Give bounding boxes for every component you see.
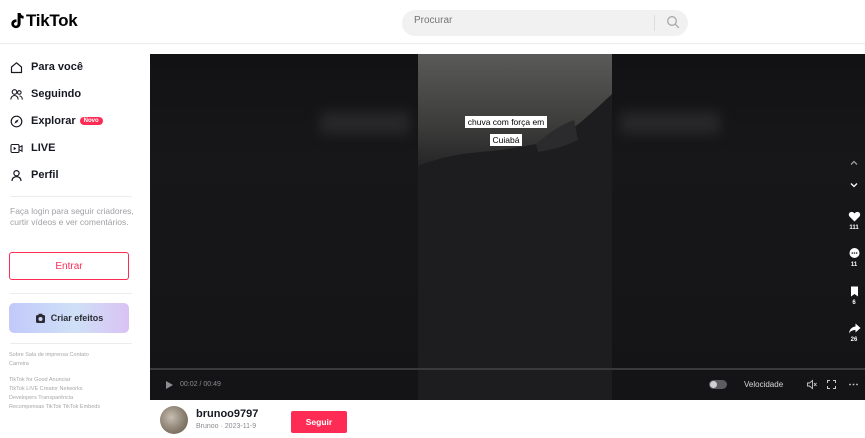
share-icon	[848, 323, 860, 334]
live-icon	[10, 143, 23, 153]
author-username[interactable]: brunoo9797	[196, 408, 258, 420]
share-count: 26	[850, 337, 858, 343]
effects-icon	[35, 313, 45, 323]
video-scene	[418, 94, 612, 400]
create-effects-button[interactable]: Criar efeitos	[9, 303, 129, 333]
speed-button[interactable]: Velocidade	[744, 380, 783, 389]
video-blur-left	[150, 54, 418, 400]
sidebar-item-label: Explorar	[31, 115, 76, 127]
chevron-down-icon[interactable]	[849, 180, 859, 190]
like-action[interactable]: 111	[845, 210, 863, 231]
video-caption-text: chuva com força em Cuiabá	[464, 116, 548, 146]
share-action[interactable]: 26	[845, 322, 863, 343]
avatar[interactable]	[160, 406, 188, 434]
create-effects-label: Criar efeitos	[50, 313, 104, 323]
compass-icon	[10, 115, 23, 127]
footer-link[interactable]: Carreira	[9, 360, 134, 369]
video-timecode: 00:02 / 00:49	[180, 381, 221, 388]
new-badge: Novo	[79, 117, 103, 125]
sidebar-item-label: Para você	[31, 61, 83, 73]
footer-link[interactable]: TikTok LIVE Creator Networks	[9, 385, 134, 394]
footer-link[interactable]: TikTok for Good Anunciar	[9, 376, 134, 385]
save-count: 6	[852, 300, 856, 306]
home-icon	[10, 61, 23, 73]
footer-links-group-2: TikTok for Good Anunciar TikTok LIVE Cre…	[9, 376, 134, 412]
volume-icon[interactable]	[806, 379, 817, 390]
following-icon	[10, 88, 23, 100]
sidebar-item-live[interactable]: LIVE	[10, 138, 55, 158]
author-bar: brunoo9797 Brunoo · 2023-11-9 Seguir	[150, 402, 865, 438]
sidebar-item-label: LIVE	[31, 142, 56, 154]
sidebar-item-para-voce[interactable]: Para você	[10, 57, 83, 77]
footer-links-group-1: Sobre Sala de imprensa Contato Carreira	[9, 351, 134, 369]
sidebar-item-label: Seguindo	[31, 88, 82, 100]
heart-icon	[848, 211, 860, 222]
search-bar[interactable]	[402, 10, 688, 36]
profile-icon	[11, 169, 22, 181]
search-icon[interactable]	[666, 15, 680, 29]
comment-count: 11	[850, 262, 858, 268]
search-input[interactable]	[414, 15, 644, 26]
sidebar-item-perfil[interactable]: Perfil	[10, 165, 59, 185]
login-prompt-text: Faça login para seguir criadores, curtir…	[10, 206, 134, 227]
sidebar-divider	[10, 293, 132, 294]
save-action[interactable]: 6	[845, 285, 863, 306]
sidebar-item-label: Perfil	[31, 169, 59, 181]
logo-text: TikTok	[26, 11, 78, 30]
video-progress-bar[interactable]	[150, 368, 865, 370]
fullscreen-icon[interactable]	[826, 379, 837, 390]
comment-icon	[849, 248, 859, 258]
caption-blur-left	[320, 112, 410, 134]
video-caption: chuva com força em Cuiabá	[458, 112, 554, 148]
play-icon[interactable]	[164, 380, 174, 390]
video-frame[interactable]	[418, 54, 612, 400]
tiktok-logo[interactable]: TikTok	[10, 11, 78, 31]
caption-blur-right	[620, 112, 720, 134]
more-options-icon[interactable]	[848, 379, 859, 390]
top-header: TikTok	[0, 0, 865, 44]
sidebar: Para você Seguindo Explorar Novo LIVE Pe…	[0, 45, 145, 438]
footer-link[interactable]: Developers Transparência	[9, 394, 134, 403]
search-divider	[654, 15, 655, 31]
like-count: 111	[849, 225, 859, 231]
chevron-up-icon[interactable]	[849, 158, 859, 168]
follow-button[interactable]: Seguir	[291, 411, 347, 433]
footer-link[interactable]: Recompensas TikTok TikTok Embeds	[9, 403, 134, 412]
video-blur-right	[612, 54, 865, 400]
sidebar-item-seguindo[interactable]: Seguindo	[10, 84, 81, 104]
video-player[interactable]: chuva com força em Cuiabá 111 11 6 26 00…	[150, 54, 865, 400]
comment-action[interactable]: 11	[845, 247, 863, 268]
author-subline: Brunoo · 2023-11-9	[196, 423, 257, 430]
autoscroll-toggle[interactable]	[709, 380, 727, 389]
sidebar-divider	[10, 343, 132, 344]
tiktok-note-icon	[11, 13, 24, 29]
footer-link[interactable]: Sobre Sala de imprensa Contato	[9, 351, 134, 360]
sidebar-item-explorar[interactable]: Explorar Novo	[10, 111, 103, 131]
login-button[interactable]: Entrar	[9, 252, 129, 280]
bookmark-icon	[850, 286, 858, 297]
sidebar-divider	[10, 196, 132, 197]
